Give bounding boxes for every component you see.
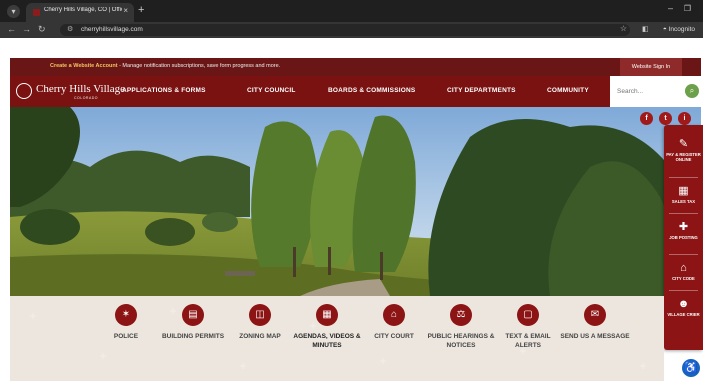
create-account-link[interactable]: Create a Website Account xyxy=(50,63,118,69)
quick-link-building-permits[interactable]: ▤ BUILDING PERMITS xyxy=(158,304,228,342)
rail-divider xyxy=(669,254,698,255)
quick-link-city-court[interactable]: ⌂ CITY COURT xyxy=(359,304,429,342)
agenda-icon: ▦ xyxy=(316,304,338,326)
rail-city-code[interactable]: ⌂ CITY CODE xyxy=(664,262,703,281)
promo-text: Create a Website Account - Manage notifi… xyxy=(50,63,281,69)
browser-toolbar: ← → ↻ ⚙ cherryhillsvillage.com ☆ ◧ ◓ Inc… xyxy=(0,22,703,38)
logo-emblem-icon xyxy=(16,83,32,99)
quick-link-agendas[interactable]: ▦ AGENDAS, VIDEOS & MINUTES xyxy=(292,304,362,350)
quick-link-public-hearings[interactable]: ⚖ PUBLIC HEARINGS & NOTICES xyxy=(426,304,496,350)
rail-divider xyxy=(669,213,698,214)
rail-pay-register[interactable]: ✎ PAY & REGISTER ONLINE xyxy=(664,138,703,162)
quick-link-text-email-alerts[interactable]: ▢ TEXT & EMAIL ALERTS xyxy=(493,304,563,350)
account-promo-bar: Create a Website Account - Manage notifi… xyxy=(10,58,701,76)
quick-link-police[interactable]: ✶ POLICE xyxy=(91,304,161,342)
back-icon[interactable]: ← xyxy=(7,24,16,34)
browser-chrome: ▾ Cherry Hills Village, CO | Officia × +… xyxy=(0,0,703,38)
browser-tab[interactable]: Cherry Hills Village, CO | Officia × xyxy=(26,3,134,22)
envelope-icon: ✉ xyxy=(584,304,606,326)
tab-strip: ▾ Cherry Hills Village, CO | Officia × +… xyxy=(0,0,703,22)
twitter-icon[interactable]: t xyxy=(659,112,672,125)
nav-applications-forms[interactable]: APPLICATIONS & FORMS xyxy=(122,87,206,94)
side-panel-icon[interactable]: ◧ xyxy=(642,25,649,33)
forward-icon[interactable]: → xyxy=(22,24,31,34)
main-navigation: Cherry Hills Village COLORADO APPLICATIO… xyxy=(10,76,701,107)
tab-search-icon[interactable]: ▾ xyxy=(7,5,20,18)
search-input[interactable] xyxy=(617,85,675,98)
bookmark-star-icon[interactable]: ☆ xyxy=(620,24,627,33)
phone-icon: ▢ xyxy=(517,304,539,326)
add-user-icon: ✚ xyxy=(678,221,689,233)
nav-city-council[interactable]: CITY COUNCIL xyxy=(247,87,296,94)
site-search: ⌕ xyxy=(610,76,701,107)
site-info-icon[interactable]: ⚙ xyxy=(67,25,73,33)
nav-city-departments[interactable]: CITY DEPARTMENTS xyxy=(447,87,516,94)
map-icon: ◫ xyxy=(249,304,271,326)
nav-community[interactable]: COMMUNITY xyxy=(547,87,589,94)
url-text: cherryhillsvillage.com xyxy=(81,26,143,33)
building-icon: ⌂ xyxy=(680,262,687,274)
incognito-indicator[interactable]: ◓ Incognito xyxy=(663,26,695,33)
gavel-icon: ⚖ xyxy=(450,304,472,326)
rail-village-crier[interactable]: ☻ VILLAGE CRIER xyxy=(664,298,703,317)
rail-job-posting[interactable]: ✚ JOB POSTING xyxy=(664,221,703,240)
reload-icon[interactable]: ↻ xyxy=(38,24,46,35)
facebook-icon[interactable]: f xyxy=(640,112,653,125)
search-icon[interactable]: ⌕ xyxy=(685,84,699,98)
minimize-icon[interactable]: – xyxy=(668,3,673,13)
badge-star-icon: ✶ xyxy=(115,304,137,326)
hero-image xyxy=(10,107,701,296)
rail-divider xyxy=(669,290,698,291)
new-tab-button[interactable]: + xyxy=(138,4,144,16)
pay-register-icon: ✎ xyxy=(678,138,689,150)
website-sign-in-button[interactable]: Website Sign In xyxy=(620,58,682,76)
tab-close-icon[interactable]: × xyxy=(123,6,128,15)
rail-divider xyxy=(669,177,698,178)
quick-link-send-message[interactable]: ✉ SEND US A MESSAGE xyxy=(560,304,630,342)
nav-boards-commissions[interactable]: BOARDS & COMMISSIONS xyxy=(328,87,415,94)
people-icon: ☻ xyxy=(677,298,690,310)
logo-name: Cherry Hills Village xyxy=(36,83,125,95)
instagram-icon[interactable]: i xyxy=(678,112,691,125)
document-icon: ▤ xyxy=(182,304,204,326)
favicon-icon xyxy=(33,9,40,16)
calculator-icon: ▦ xyxy=(678,185,689,197)
quick-link-zoning-map[interactable]: ◫ ZONING MAP xyxy=(225,304,295,342)
rail-sales-tax[interactable]: ▦ SALES TAX xyxy=(664,185,703,204)
accessibility-icon[interactable]: ♿ xyxy=(682,359,700,377)
address-bar[interactable]: ⚙ cherryhillsvillage.com ☆ xyxy=(60,24,630,36)
logo-subtitle: COLORADO xyxy=(74,96,99,100)
quick-access-rail: ✎ PAY & REGISTER ONLINE ▦ SALES TAX ✚ JO… xyxy=(664,125,703,350)
quick-links-band: ✶ POLICE ▤ BUILDING PERMITS ◫ ZONING MAP… xyxy=(10,296,664,381)
tab-title: Cherry Hills Village, CO | Officia xyxy=(44,7,122,13)
courthouse-icon: ⌂ xyxy=(383,304,405,326)
restore-icon[interactable]: ❐ xyxy=(684,4,691,13)
